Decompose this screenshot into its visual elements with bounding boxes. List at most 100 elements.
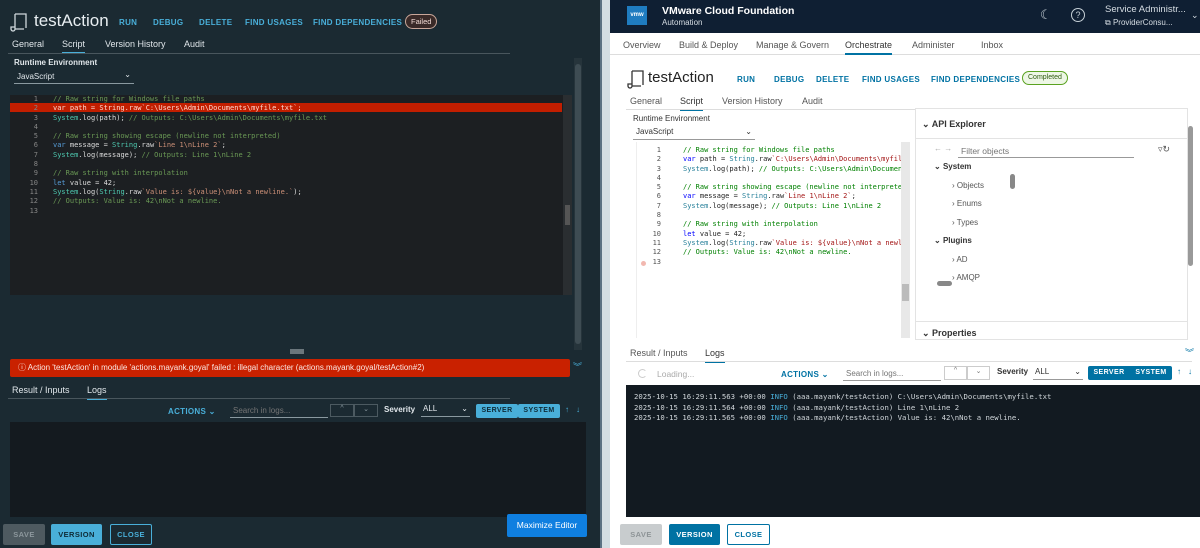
user-name[interactable]: Service Administr... xyxy=(1105,4,1186,15)
maximize-editor-button[interactable]: Maximize Editor xyxy=(507,514,587,537)
tab-general[interactable]: General xyxy=(630,96,662,106)
delete-button[interactable]: DELETE xyxy=(816,75,849,84)
tab-version-history[interactable]: Version History xyxy=(722,96,783,106)
tab-result-inputs[interactable]: Result / Inputs xyxy=(630,348,688,358)
properties-header[interactable]: ⌄ Properties xyxy=(922,328,977,338)
run-button[interactable]: RUN xyxy=(737,75,755,84)
delete-button[interactable]: DELETE xyxy=(199,18,232,27)
scroll-thumb[interactable] xyxy=(902,284,909,301)
tab-result-inputs[interactable]: Result / Inputs xyxy=(12,385,70,395)
panel-scrollbar[interactable] xyxy=(574,58,582,350)
system-toggle[interactable]: SYSTEM xyxy=(518,404,560,418)
code-line[interactable]: 4 xyxy=(641,174,901,183)
run-button[interactable]: RUN xyxy=(119,18,137,27)
log-search-input[interactable] xyxy=(230,403,328,418)
code-line[interactable]: 5 // Raw string showing escape (newline n… xyxy=(641,183,901,192)
code-line[interactable]: 10 let value = 42; xyxy=(641,230,901,239)
close-button[interactable]: CLOSE xyxy=(110,524,152,545)
code-line[interactable]: 1 // Raw string for Windows file paths xyxy=(641,146,901,155)
nav-administer[interactable]: Administer xyxy=(912,40,955,50)
close-button[interactable]: CLOSE xyxy=(727,524,770,545)
version-button[interactable]: VERSION xyxy=(669,524,720,545)
tab-audit[interactable]: Audit xyxy=(184,39,205,49)
filter-refresh-icon[interactable]: ▿↻ xyxy=(1158,144,1170,155)
split-divider[interactable] xyxy=(600,0,610,548)
system-toggle[interactable]: SYSTEM xyxy=(1130,366,1172,380)
code-line[interactable]: 2 var path = String.raw`C:\Users\Admin\Do… xyxy=(641,155,901,164)
scroll-top-icon[interactable]: ↑ xyxy=(1177,367,1181,376)
code-line[interactable]: 8 xyxy=(18,160,563,169)
tab-version-history[interactable]: Version History xyxy=(105,39,166,49)
code-line[interactable]: 13 xyxy=(18,207,563,216)
editor-scrollbar[interactable] xyxy=(563,95,572,295)
search-prev-button[interactable]: ^ xyxy=(944,366,967,380)
log-actions-menu[interactable]: ACTIONS ⌄ xyxy=(781,370,829,379)
code-line[interactable]: 11 System.log(String.raw`Value is: ${valu… xyxy=(18,188,563,197)
save-button[interactable]: SAVE xyxy=(620,524,662,545)
severity-select[interactable]: ALL ⌄ xyxy=(421,403,470,417)
tree-scrollbar[interactable] xyxy=(1009,169,1016,299)
server-toggle[interactable]: SERVER xyxy=(1088,366,1130,380)
moon-icon[interactable]: ☾ xyxy=(1040,7,1052,23)
code-line[interactable]: 9 // Raw string with interpolation xyxy=(641,220,901,229)
org-name[interactable]: ⧉ ProviderConsu... xyxy=(1105,18,1173,28)
help-icon[interactable]: ? xyxy=(1071,8,1085,22)
debug-button[interactable]: DEBUG xyxy=(774,75,804,84)
code-line[interactable]: 9 // Raw string with interpolation xyxy=(18,169,563,178)
user-menu-chevron-icon[interactable]: ⌄ xyxy=(1191,10,1199,21)
code-line[interactable]: 5 // Raw string showing escape (newline n… xyxy=(18,132,563,141)
tab-general[interactable]: General xyxy=(12,39,44,49)
find-usages-button[interactable]: FIND USAGES xyxy=(245,18,303,27)
code-line[interactable]: 8 xyxy=(641,211,901,220)
find-usages-button[interactable]: FIND USAGES xyxy=(862,75,920,84)
search-next-button[interactable]: ⌄ xyxy=(967,366,990,380)
collapse-icon[interactable]: ︾ xyxy=(1185,346,1194,359)
nav-manage-govern[interactable]: Manage & Govern xyxy=(756,40,829,50)
code-line[interactable]: 6 var message = String.raw`Line 1\nLine 2… xyxy=(641,192,901,201)
log-actions-menu[interactable]: ACTIONS ⌄ xyxy=(168,407,216,416)
code-line[interactable]: 2 var path = String.raw`C:\Users\Admin\Do… xyxy=(18,104,563,113)
panel-scrollbar[interactable] xyxy=(1188,118,1195,268)
filter-objects-input[interactable] xyxy=(958,144,1134,158)
tab-audit[interactable]: Audit xyxy=(802,96,823,106)
code-line[interactable]: 7 System.log(message); // Outputs: Line 1… xyxy=(641,202,901,211)
nav-overview[interactable]: Overview xyxy=(623,40,661,50)
resize-handle[interactable] xyxy=(290,349,304,354)
debug-button[interactable]: DEBUG xyxy=(153,18,183,27)
vmware-logo[interactable]: vmw xyxy=(627,6,647,25)
version-button[interactable]: VERSION xyxy=(51,524,102,545)
code-line[interactable]: 4 xyxy=(18,123,563,132)
scroll-thumb[interactable] xyxy=(565,205,570,225)
code-line[interactable]: 10 let value = 42; xyxy=(18,179,563,188)
chevron-down-icon[interactable]: ⌄ xyxy=(934,236,943,245)
code-line[interactable]: 3 System.log(path); // Outputs: C:\Users\… xyxy=(18,114,563,123)
code-line[interactable]: 1 // Raw string for Windows file paths xyxy=(18,95,563,104)
search-next-button[interactable]: ⌄ xyxy=(354,404,378,417)
tree-hscroll-thumb[interactable] xyxy=(937,281,952,286)
back-forward-icon[interactable]: ← → xyxy=(934,144,952,153)
editor-scrollbar[interactable] xyxy=(901,142,910,338)
nav-build-deploy[interactable]: Build & Deploy xyxy=(679,40,738,50)
collapse-icon[interactable]: ︾ xyxy=(573,360,582,373)
nav-inbox[interactable]: Inbox xyxy=(981,40,1003,50)
scroll-top-icon[interactable]: ↑ xyxy=(565,405,569,414)
nav-orchestrate[interactable]: Orchestrate xyxy=(845,40,893,55)
code-line[interactable]: 11 System.log(String.raw`Value is: ${valu… xyxy=(641,239,901,248)
code-line[interactable]: 12 // Outputs: Value is: 42\nNot a newlin… xyxy=(18,197,563,206)
code-line[interactable]: 7 System.log(message); // Outputs: Line 1… xyxy=(18,151,563,160)
scroll-bottom-icon[interactable]: ↓ xyxy=(1188,367,1192,376)
log-search-input[interactable] xyxy=(843,366,941,381)
api-explorer-header[interactable]: ⌄ API Explorer xyxy=(922,119,986,130)
save-button[interactable]: SAVE xyxy=(3,524,45,545)
find-dependencies-button[interactable]: FIND DEPENDENCIES xyxy=(931,75,1020,84)
server-toggle[interactable]: SERVER xyxy=(476,404,518,418)
code-editor[interactable]: 1 // Raw string for Windows file paths 2 va… xyxy=(636,142,910,338)
runtime-select[interactable]: JavaScript ⌄ xyxy=(633,126,755,140)
severity-select[interactable]: ALL ⌄ xyxy=(1033,366,1083,380)
find-dependencies-button[interactable]: FIND DEPENDENCIES xyxy=(313,18,402,27)
code-line[interactable]: 12 // Outputs: Value is: 42\nNot a newlin… xyxy=(641,248,901,257)
panel-scroll-thumb[interactable] xyxy=(1188,126,1193,266)
code-line[interactable]: 13 xyxy=(641,258,901,267)
tab-script[interactable]: Script xyxy=(62,39,86,54)
code-line[interactable]: 3 System.log(path); // Outputs: C:\Users\… xyxy=(641,165,901,174)
